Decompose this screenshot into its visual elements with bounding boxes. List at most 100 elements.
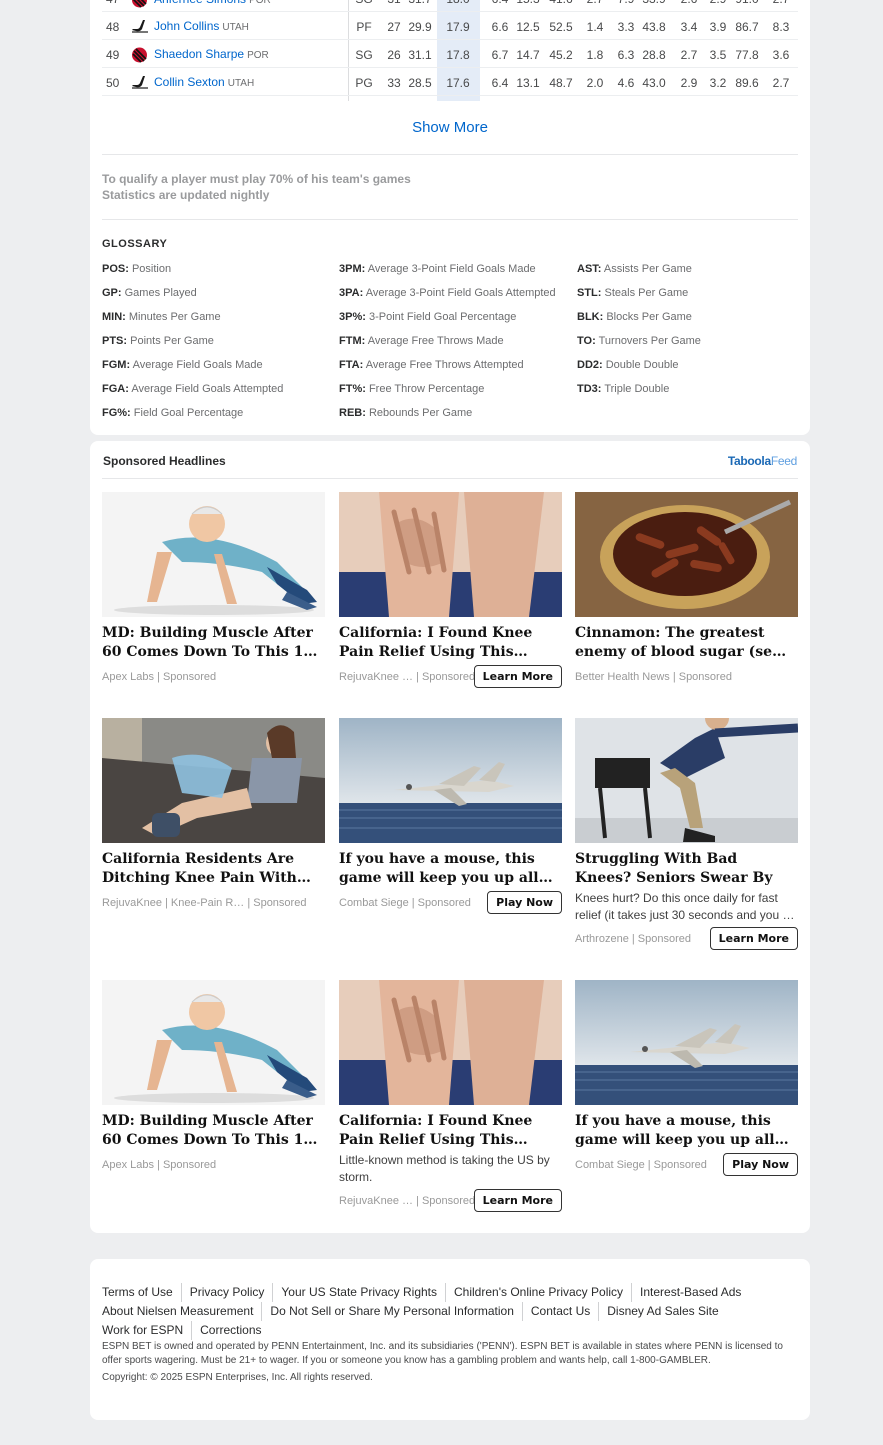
ad-headline[interactable]: California: I Found Knee Pain Relief Usi… bbox=[339, 1112, 562, 1150]
glossary-item: PTS: Points Per Game bbox=[102, 335, 214, 347]
ad-source[interactable]: Combat Siege | Sponsored bbox=[339, 897, 471, 909]
stat-min: 29.9 bbox=[408, 20, 432, 34]
player-name-link[interactable]: Shaedon Sharpe POR bbox=[154, 47, 269, 61]
footer-link[interactable]: Work for ESPN bbox=[102, 1321, 191, 1340]
footer-link[interactable]: Disney Ad Sales Site bbox=[598, 1302, 726, 1321]
ad-source[interactable]: Arthrozene | Sponsored bbox=[575, 933, 691, 945]
knee-hands-image[interactable] bbox=[339, 492, 562, 617]
sponsored-ad[interactable]: Cinnamon: The greatest enemy of blood su… bbox=[575, 492, 798, 689]
glossary-item: 3PA: Average 3-Point Field Goals Attempt… bbox=[339, 287, 556, 299]
ad-description: Knees hurt? Do this once daily for fast … bbox=[575, 891, 795, 922]
show-more-link[interactable]: Show More bbox=[90, 119, 810, 136]
footer-link[interactable]: About Nielsen Measurement bbox=[102, 1302, 261, 1321]
stat-threepm: 2.7 bbox=[579, 0, 611, 6]
table-row: 47Anfernee SimonsPORSG3131.718.06.415.34… bbox=[102, 0, 798, 12]
footer-link[interactable]: Do Not Sell or Share My Personal Informa… bbox=[261, 1302, 521, 1321]
fighter-jet-image[interactable] bbox=[339, 718, 562, 843]
glossary-desc: Points Per Game bbox=[130, 335, 214, 347]
ad-source[interactable]: Apex Labs | Sponsored bbox=[102, 1159, 216, 1171]
ad-headline[interactable]: MD: Building Muscle After 60 Comes Down … bbox=[102, 624, 325, 662]
glossary-item: 3P%: 3-Point Field Goal Percentage bbox=[339, 311, 516, 323]
ad-cta-button[interactable]: Play Now bbox=[487, 891, 562, 914]
blazers-logo-icon bbox=[131, 47, 148, 63]
ad-headline[interactable]: MD: Building Muscle After 60 Comes Down … bbox=[102, 1112, 325, 1150]
ad-source[interactable]: RejuvaKnee | Knee-Pain R… | Sponsored bbox=[102, 897, 306, 909]
glossary-desc: Average 3-Point Field Goals Made bbox=[367, 263, 536, 275]
sponsored-ad[interactable]: MD: Building Muscle After 60 Comes Down … bbox=[102, 980, 325, 1177]
ad-cta-button[interactable]: Learn More bbox=[473, 1189, 562, 1212]
player-name: Collin Sexton bbox=[154, 75, 225, 89]
ad-headline[interactable]: If you have a mouse, this game will keep… bbox=[339, 850, 562, 888]
footer-link[interactable]: Your US State Privacy Rights bbox=[272, 1283, 445, 1302]
ad-headline[interactable]: Struggling With Bad Knees? Seniors Swear… bbox=[575, 850, 798, 888]
player-name-link[interactable]: John Collins UTAH bbox=[154, 19, 249, 33]
woman-knee-brace-image[interactable] bbox=[102, 718, 325, 843]
stat-ftpct: 91.0 bbox=[731, 0, 763, 6]
footer-link[interactable]: Contact Us bbox=[521, 1302, 598, 1321]
footer-link[interactable]: Children's Online Privacy Policy bbox=[445, 1283, 631, 1302]
pushup-man-image[interactable] bbox=[102, 980, 325, 1105]
footer-link[interactable]: Privacy Policy bbox=[180, 1283, 273, 1302]
glossary-abbr: FG%: bbox=[102, 407, 131, 419]
stat-threepct: 28.8 bbox=[642, 48, 666, 62]
glossary-desc: Blocks Per Game bbox=[606, 311, 692, 323]
fighter-jet-image[interactable] bbox=[575, 980, 798, 1105]
ad-source[interactable]: Better Health News | Sponsored bbox=[575, 671, 732, 683]
cinnamon-bowl-image[interactable] bbox=[575, 492, 798, 617]
sponsored-ad[interactable]: If you have a mouse, this game will keep… bbox=[339, 718, 562, 915]
ad-source[interactable]: RejuvaKnee … | Sponsored bbox=[339, 1195, 475, 1207]
divider bbox=[102, 219, 798, 220]
table-row: 49 Shaedon Sharpe POR SG 26 31.1 17.8 6.7 14.7 45… bbox=[102, 40, 798, 68]
stat-fga: 14.7 bbox=[516, 48, 540, 62]
ad-cta-button[interactable]: Learn More bbox=[473, 665, 562, 688]
team-abbr: POR bbox=[249, 0, 271, 6]
stat-min: 31.7 bbox=[404, 0, 436, 6]
ad-cta-button[interactable]: Play Now bbox=[723, 1153, 798, 1176]
chair-squat-image[interactable] bbox=[575, 718, 798, 843]
glossary-item: REB: Rebounds Per Game bbox=[339, 407, 472, 419]
pushup-man-image[interactable] bbox=[102, 492, 325, 617]
player-name-link[interactable]: Anfernee SimonsPOR bbox=[154, 0, 271, 6]
glossary-abbr: FT%: bbox=[339, 383, 366, 395]
sponsored-ad[interactable]: California Residents Are Ditching Knee P… bbox=[102, 718, 325, 915]
glossary-abbr: PTS: bbox=[102, 335, 128, 347]
ad-headline[interactable]: If you have a mouse, this game will keep… bbox=[575, 1112, 798, 1150]
sponsored-ad[interactable]: California: I Found Knee Pain Relief Usi… bbox=[339, 980, 562, 1213]
sponsored-ad[interactable]: California: I Found Knee Pain Relief Usi… bbox=[339, 492, 562, 689]
ad-source[interactable]: Apex Labs | Sponsored bbox=[102, 671, 216, 683]
team-abbr: UTAH bbox=[222, 22, 249, 33]
stat-reb: 3.6 bbox=[772, 48, 790, 62]
ad-headline[interactable]: California Residents Are Ditching Knee P… bbox=[102, 850, 325, 888]
ad-cta-button[interactable]: Learn More bbox=[709, 927, 798, 950]
team-abbr: POR bbox=[247, 50, 269, 61]
glossary-abbr: MIN: bbox=[102, 311, 126, 323]
taboola-logo[interactable]: TaboolaFeed bbox=[728, 454, 797, 468]
rank: 47 bbox=[106, 0, 120, 6]
stat-ftpct: 89.6 bbox=[735, 76, 759, 90]
sponsored-ad[interactable]: MD: Building Muscle After 60 Comes Down … bbox=[102, 492, 325, 689]
stat-pts: 17.9 bbox=[446, 20, 470, 34]
knee-hands-image[interactable] bbox=[339, 980, 562, 1105]
table-row: 50 Collin Sexton UTAH PG 33 28.5 17.6 6.4 13.1 48… bbox=[102, 68, 798, 96]
sponsored-ad[interactable]: If you have a mouse, this game will keep… bbox=[575, 980, 798, 1177]
footer-link[interactable]: Interest-Based Ads bbox=[631, 1283, 749, 1302]
glossary-item: FTM: Average Free Throws Made bbox=[339, 335, 504, 347]
ad-source[interactable]: Combat Siege | Sponsored bbox=[575, 1159, 707, 1171]
stat-min: 31.1 bbox=[408, 48, 432, 62]
glossary-desc: Average Free Throws Made bbox=[367, 335, 504, 347]
glossary-item: FTA: Average Free Throws Attempted bbox=[339, 359, 524, 371]
glossary-abbr: 3PM: bbox=[339, 263, 366, 275]
ad-headline[interactable]: Cinnamon: The greatest enemy of blood su… bbox=[575, 624, 798, 662]
footer-link[interactable]: Terms of Use bbox=[102, 1283, 181, 1302]
glossary-item: AST: Assists Per Game bbox=[577, 263, 692, 275]
ad-source[interactable]: RejuvaKnee … | Sponsored bbox=[339, 671, 475, 683]
ad-headline[interactable]: California: I Found Knee Pain Relief Usi… bbox=[339, 624, 562, 662]
player-name-link[interactable]: Collin Sexton UTAH bbox=[154, 75, 254, 89]
footer-link[interactable]: Corrections bbox=[191, 1321, 269, 1340]
jazz-logo-icon bbox=[131, 75, 148, 89]
stat-pos: SG bbox=[348, 0, 380, 6]
sponsored-ad[interactable]: Struggling With Bad Knees? Seniors Swear… bbox=[575, 718, 798, 951]
glossary-abbr: STL: bbox=[577, 287, 602, 299]
stat-reb: 2.7 bbox=[765, 0, 797, 6]
rank: 50 bbox=[106, 76, 120, 90]
